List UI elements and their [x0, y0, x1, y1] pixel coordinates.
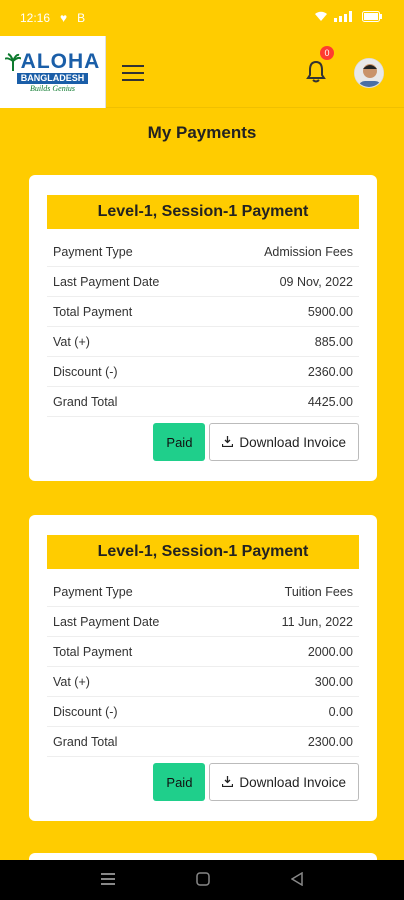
payment-card-heading: Level-1, Session-1 Payment — [47, 195, 359, 229]
wifi-icon — [314, 11, 328, 25]
row-label: Last Payment Date — [53, 274, 160, 289]
app-header: ALOHA BANGLADESH Builds Genius — [0, 36, 404, 108]
avatar[interactable] — [354, 58, 384, 88]
download-icon — [222, 435, 234, 450]
status-bar: 12:16 ♥ B — [0, 0, 404, 36]
payment-row: Grand Total 4425.00 — [47, 387, 359, 417]
palm-tree-icon — [4, 52, 21, 71]
download-invoice-button[interactable]: Download Invoice — [209, 763, 359, 801]
card-actions: Paid Download Invoice — [47, 763, 359, 801]
row-value: 885.00 — [314, 334, 353, 349]
logo-main-text: ALOHA — [4, 50, 101, 73]
payment-row: Last Payment Date 11 Jun, 2022 — [47, 607, 359, 637]
payment-row: Payment Type Admission Fees — [47, 237, 359, 267]
row-label: Last Payment Date — [53, 614, 160, 629]
recent-apps-icon[interactable] — [100, 872, 115, 888]
heart-icon: ♥ — [60, 11, 68, 25]
row-value: Admission Fees — [264, 244, 353, 259]
payment-row: Discount (-) 0.00 — [47, 697, 359, 727]
row-value: 2000.00 — [307, 644, 353, 659]
payment-row: Discount (-) 2360.00 — [47, 357, 359, 387]
payment-card-heading: Level-1, Session-1 Payment — [47, 535, 359, 569]
hamburger-menu-icon[interactable] — [122, 65, 144, 81]
row-value: 2300.00 — [307, 734, 353, 749]
row-value: 5900.00 — [307, 304, 353, 319]
row-label: Grand Total — [53, 394, 118, 409]
row-value: 09 Nov, 2022 — [279, 274, 353, 289]
download-invoice-label: Download Invoice — [239, 774, 346, 790]
row-label: Total Payment — [53, 644, 133, 659]
payment-card: Level-1, Session-1 Payment Payment Type … — [29, 515, 377, 821]
payment-row: Vat (+) 300.00 — [47, 667, 359, 697]
android-nav-bar — [0, 860, 404, 900]
signal-icon — [334, 11, 356, 25]
row-value: 4425.00 — [307, 394, 353, 409]
row-value: 11 Jun, 2022 — [281, 614, 353, 629]
battery-icon — [362, 11, 382, 25]
payment-card: Level-1, Session-1 Payment Payment Type … — [29, 175, 377, 481]
row-value: Tuition Fees — [284, 584, 353, 599]
row-value: 2360.00 — [307, 364, 353, 379]
row-label: Vat (+) — [53, 674, 90, 689]
download-icon — [222, 775, 234, 790]
payment-row: Total Payment 2000.00 — [47, 637, 359, 667]
home-icon[interactable] — [196, 871, 210, 889]
row-label: Grand Total — [53, 734, 118, 749]
status-b-label: B — [77, 11, 86, 25]
payment-row: Grand Total 2300.00 — [47, 727, 359, 757]
row-label: Payment Type — [53, 244, 133, 259]
paid-status-button[interactable]: Paid — [153, 423, 206, 461]
logo-sub-text: BANGLADESH — [16, 72, 89, 84]
payment-row: Last Payment Date 09 Nov, 2022 — [47, 267, 359, 297]
download-invoice-button[interactable]: Download Invoice — [209, 423, 359, 461]
back-icon[interactable] — [290, 871, 304, 889]
notification-count-badge: 0 — [320, 46, 334, 60]
row-label: Total Payment — [53, 304, 133, 319]
row-label: Discount (-) — [53, 704, 118, 719]
row-label: Payment Type — [53, 584, 133, 599]
paid-status-button[interactable]: Paid — [153, 763, 206, 801]
logo-tagline: Builds Genius — [29, 83, 76, 93]
row-value: 0.00 — [328, 704, 353, 719]
download-invoice-label: Download Invoice — [239, 434, 346, 450]
status-time: 12:16 — [20, 11, 51, 25]
row-label: Discount (-) — [53, 364, 118, 379]
payment-row: Payment Type Tuition Fees — [47, 577, 359, 607]
card-actions: Paid Download Invoice — [47, 423, 359, 461]
payment-row: Total Payment 5900.00 — [47, 297, 359, 327]
page-title: My Payments — [147, 123, 257, 142]
brand-logo[interactable]: ALOHA BANGLADESH Builds Genius — [0, 36, 106, 108]
row-label: Vat (+) — [53, 334, 90, 349]
row-value: 300.00 — [314, 674, 353, 689]
notification-bell-icon[interactable] — [306, 60, 326, 89]
payment-row: Vat (+) 885.00 — [47, 327, 359, 357]
